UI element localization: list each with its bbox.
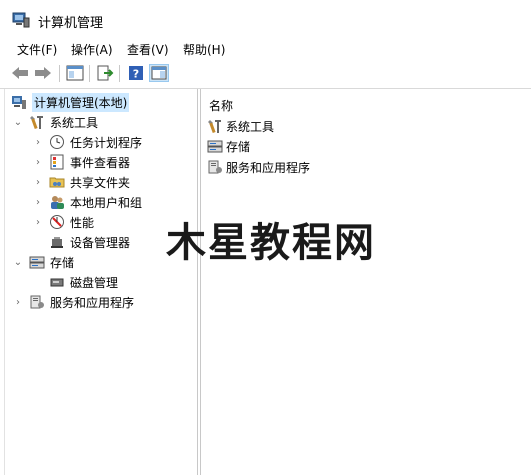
chevron-down-icon[interactable]: ⌄: [13, 117, 23, 128]
storage-icon: [207, 140, 223, 153]
help-icon[interactable]: ?: [126, 64, 146, 82]
services-applications-icon: [30, 295, 44, 309]
export-list-icon[interactable]: [95, 64, 115, 82]
chevron-right-icon[interactable]: ›: [33, 177, 43, 188]
users-icon: [51, 196, 64, 209]
menu-action[interactable]: 操作(A): [71, 41, 113, 58]
system-tools-icon: [208, 120, 221, 134]
watermark-text: 木星教程网: [166, 220, 376, 266]
show-hide-console-tree-icon[interactable]: [65, 64, 85, 82]
tree-item-task-scheduler[interactable]: › 任务计划程序: [33, 132, 142, 152]
back-icon[interactable]: [10, 64, 30, 82]
disk-management-icon: [50, 278, 64, 287]
list-item-storage[interactable]: 存储: [207, 136, 250, 156]
performance-icon: [50, 215, 64, 229]
event-viewer-icon: [50, 154, 64, 170]
computer-management-icon: [12, 12, 30, 28]
menu-help[interactable]: 帮助(H): [183, 41, 225, 58]
tree-item-local-users-groups[interactable]: › 本地用户和组: [33, 192, 142, 212]
chevron-right-icon[interactable]: ›: [33, 157, 43, 168]
list-item-services-applications[interactable]: 服务和应用程序: [207, 157, 310, 177]
toolbar-separator: [59, 65, 60, 82]
list-item-system-tools[interactable]: 系统工具: [207, 116, 274, 136]
tree-item-disk-management[interactable]: 磁盘管理: [49, 272, 118, 292]
tree-item-system-tools[interactable]: ⌄ 系统工具: [13, 112, 98, 132]
window-title: 计算机管理: [38, 16, 104, 31]
column-header-name[interactable]: 名称: [209, 97, 233, 114]
menu-bar: 文件(F) 操作(A) 查看(V) 帮助(H): [0, 37, 531, 59]
chevron-down-icon[interactable]: ⌄: [13, 257, 23, 268]
tree-item-event-viewer[interactable]: › 事件查看器: [33, 152, 130, 172]
chevron-right-icon[interactable]: ›: [33, 217, 43, 228]
title-bar: 计算机管理: [0, 0, 531, 36]
forward-icon[interactable]: [33, 64, 53, 82]
tree-item-services-applications[interactable]: › 服务和应用程序: [13, 292, 134, 312]
chevron-right-icon[interactable]: ›: [33, 197, 43, 208]
toolbar-separator: [89, 65, 90, 82]
device-manager-icon: [51, 237, 63, 248]
services-applications-icon: [208, 160, 222, 174]
menu-view[interactable]: 查看(V): [127, 41, 169, 58]
tree-item-storage[interactable]: ⌄ 存储: [13, 252, 74, 272]
storage-icon: [29, 256, 45, 269]
system-tools-icon: [30, 116, 43, 130]
console-tree: 计算机管理(本地) ⌄ 系统工具 › 任务计划程序 › 事件查看器 › 共享文件…: [4, 89, 198, 475]
clock-icon: [50, 135, 64, 149]
tree-item-performance[interactable]: › 性能: [33, 212, 94, 232]
chevron-right-icon[interactable]: ›: [33, 137, 43, 148]
menu-file[interactable]: 文件(F): [17, 41, 57, 58]
tree-item-computer-management[interactable]: 计算机管理(本地): [11, 92, 130, 112]
toolbar-separator: [119, 65, 120, 82]
toolbar: ?: [0, 59, 531, 89]
results-pane: 名称 系统工具 存储 服务和应用程序: [200, 89, 531, 475]
show-hide-action-pane-icon[interactable]: [149, 64, 169, 82]
tree-item-shared-folders[interactable]: › 共享文件夹: [33, 172, 130, 192]
shared-folder-icon: [49, 177, 65, 188]
computer-management-icon: [12, 96, 26, 109]
svg-text:?: ?: [133, 68, 139, 81]
chevron-right-icon[interactable]: ›: [13, 297, 23, 308]
tree-item-device-manager[interactable]: 设备管理器: [49, 232, 130, 252]
